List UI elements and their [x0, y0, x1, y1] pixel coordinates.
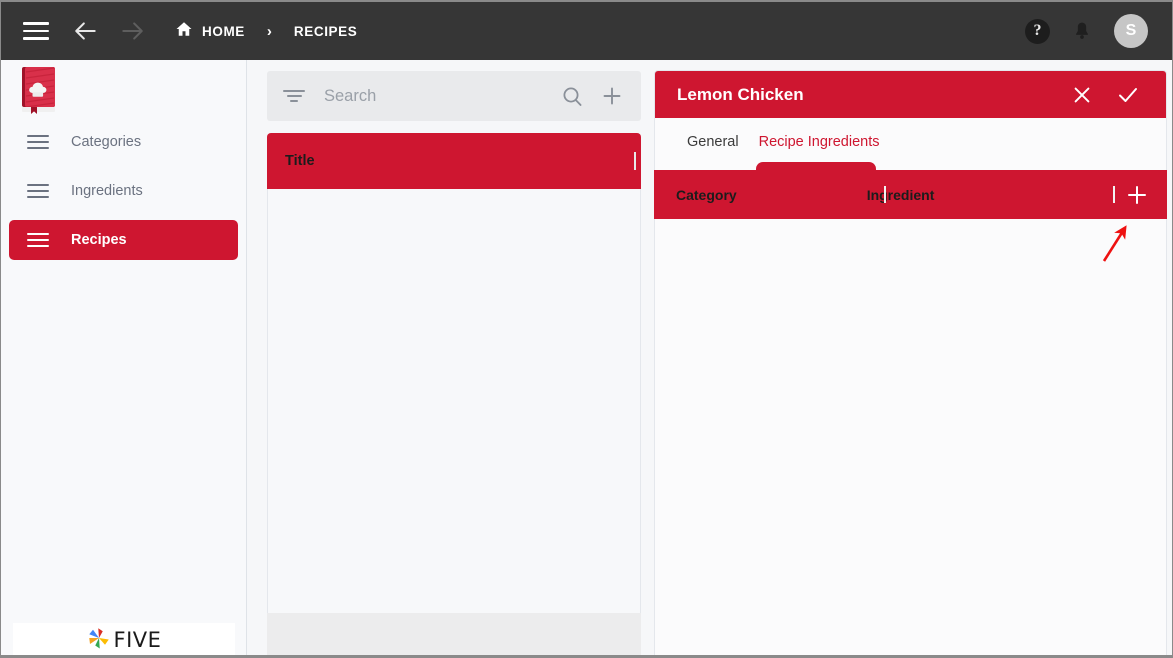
sidebar-item-ingredients[interactable]: Ingredients [9, 171, 238, 211]
home-icon [175, 20, 193, 43]
sidebar-item-categories[interactable]: Categories [9, 122, 238, 162]
five-brand-logo: FIVE [13, 623, 235, 655]
application-window: HOME › RECIPES ? S Categories Ingredient… [0, 0, 1173, 658]
sidebar-item-label: Recipes [71, 232, 127, 248]
sidebar-item-label: Ingredients [71, 183, 143, 199]
hamburger-icon[interactable] [23, 22, 49, 40]
search-bar [267, 71, 641, 121]
add-ingredient-button[interactable] [1125, 183, 1149, 212]
bell-icon[interactable] [1072, 20, 1092, 42]
arrow-right-icon[interactable] [115, 14, 149, 48]
list-rows-container [267, 189, 641, 613]
sidebar-nav: Categories Ingredients Recipes [9, 122, 238, 269]
recipes-list-panel: Title [267, 71, 641, 655]
tab-recipe-ingredients[interactable]: Recipe Ingredients [749, 118, 890, 165]
detail-header: Lemon Chicken [655, 71, 1166, 118]
top-bar-actions: ? S [1025, 14, 1148, 48]
breadcrumb-home-label: HOME [202, 23, 245, 39]
five-pinwheel-icon [87, 626, 111, 655]
list-panel-footer [267, 613, 641, 655]
column-resize-handle[interactable] [884, 186, 886, 203]
list-icon [27, 184, 49, 198]
detail-tabs: General Recipe Ingredients [655, 118, 1166, 165]
page-title: Lemon Chicken [677, 84, 804, 104]
sidebar-item-label: Categories [71, 134, 142, 150]
search-input[interactable] [324, 86, 555, 106]
column-header-category[interactable]: Category [676, 187, 737, 203]
list-header-row: Title [267, 133, 641, 189]
search-icon[interactable] [555, 79, 589, 113]
column-resize-handle[interactable] [634, 152, 636, 170]
breadcrumb-home[interactable]: HOME [175, 20, 245, 43]
help-icon[interactable]: ? [1025, 18, 1050, 44]
column-resize-handle[interactable] [1113, 186, 1115, 203]
arrow-left-icon[interactable] [69, 14, 103, 48]
list-icon [27, 233, 49, 247]
sidebar: Categories Ingredients Recipes FIVE [1, 60, 247, 655]
checkmark-icon[interactable] [1115, 82, 1141, 108]
add-recipe-button[interactable] [595, 79, 629, 113]
tab-general[interactable]: General [677, 118, 749, 165]
list-icon [27, 135, 49, 149]
recipe-book-icon [17, 65, 61, 115]
top-bar: HOME › RECIPES ? S [1, 2, 1172, 60]
five-brand-text: FIVE [113, 628, 162, 652]
ingredients-grid-header: Category Ingredient [654, 170, 1167, 219]
sidebar-item-recipes[interactable]: Recipes [9, 220, 238, 260]
avatar[interactable]: S [1114, 14, 1148, 48]
column-header-title[interactable]: Title [285, 153, 315, 169]
detail-header-actions [1069, 82, 1141, 108]
close-icon[interactable] [1069, 82, 1095, 108]
filter-icon[interactable] [283, 89, 305, 103]
breadcrumb-separator: › [266, 22, 272, 40]
column-header-ingredient[interactable]: Ingredient [867, 187, 935, 203]
ingredients-grid-body [654, 219, 1167, 655]
breadcrumb-current[interactable]: RECIPES [294, 24, 357, 39]
